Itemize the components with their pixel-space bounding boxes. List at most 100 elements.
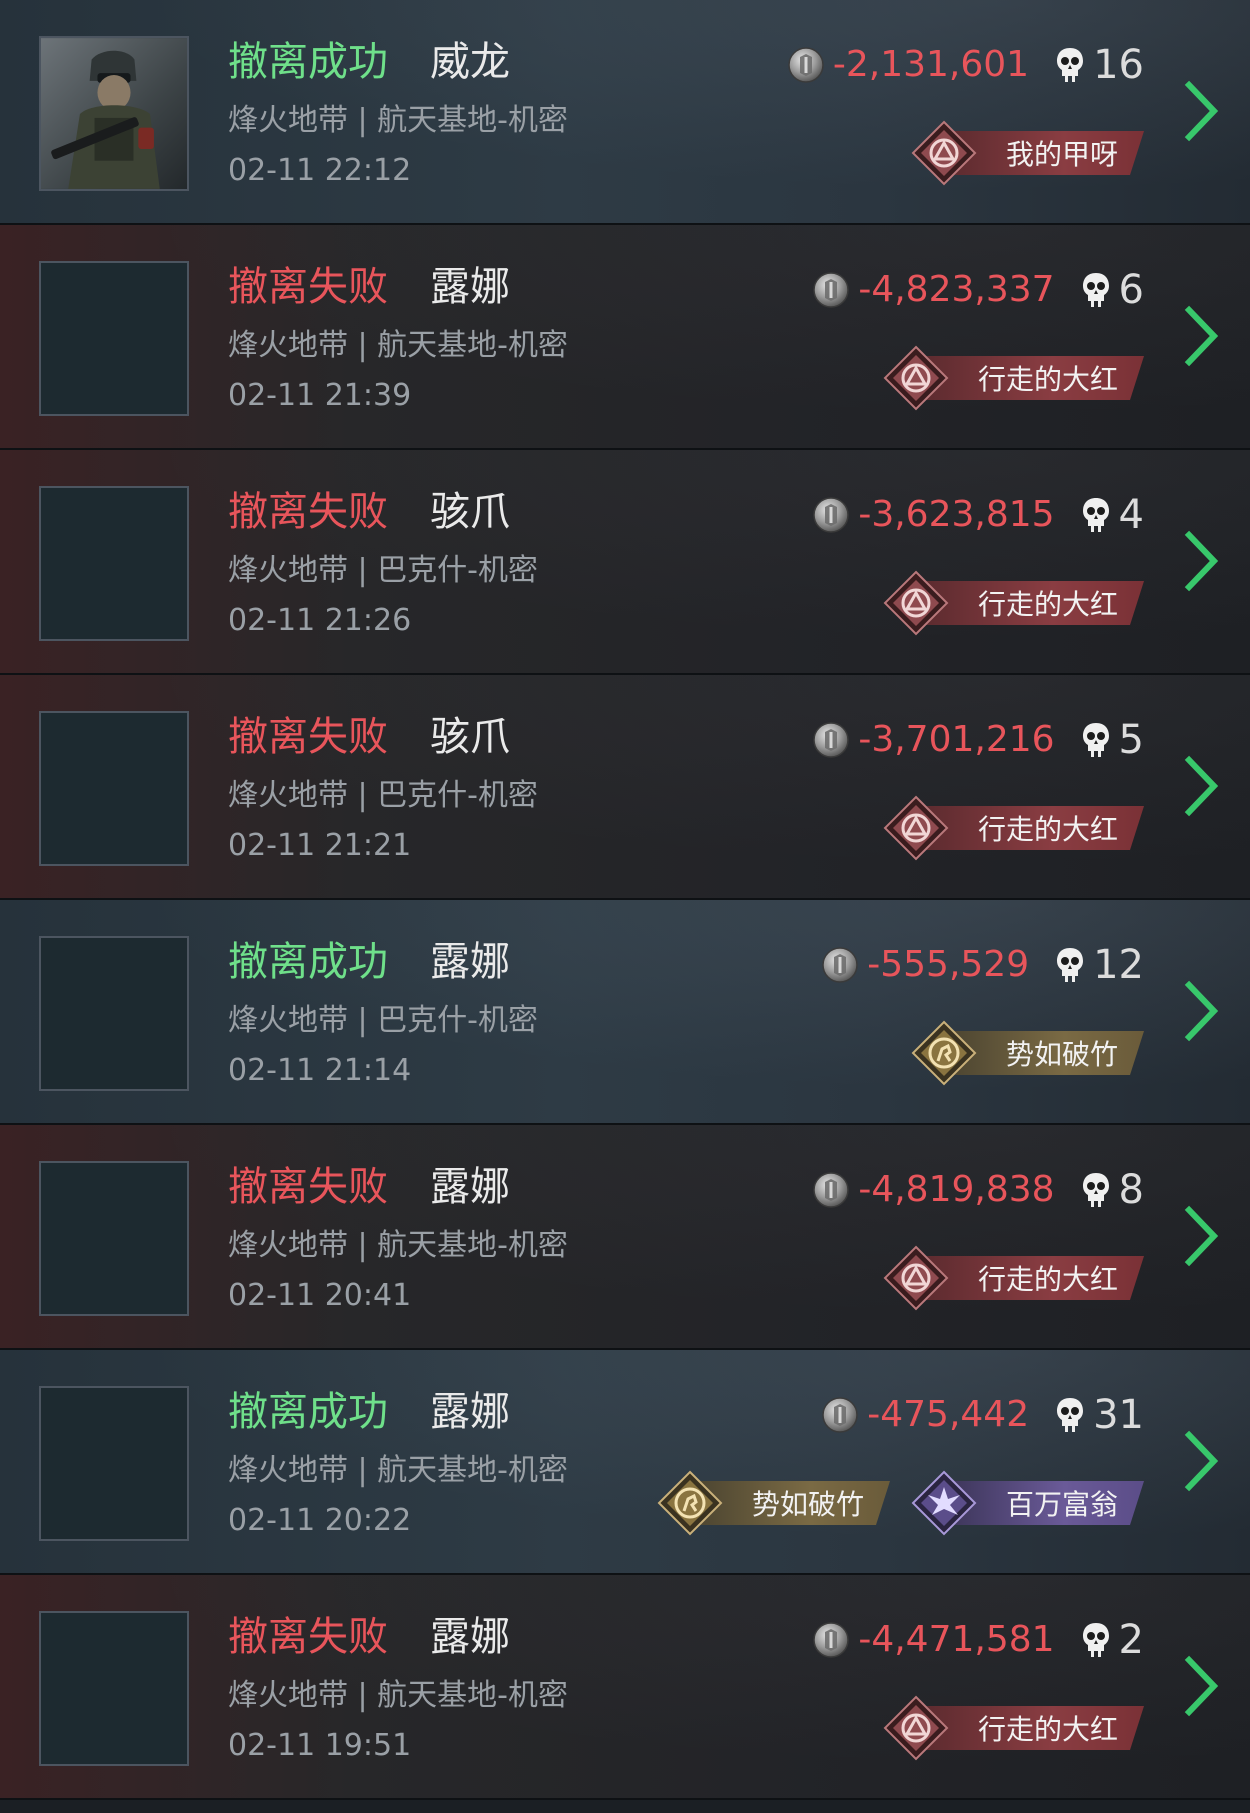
achievement-badge: 势如破竹 <box>910 1020 1144 1086</box>
operator-portrait <box>39 36 189 191</box>
achievement-badges: 势如破竹 <box>910 1020 1144 1086</box>
triangle-emblem-icon <box>882 569 950 637</box>
achievement-badges: 行走的大红 <box>882 1695 1144 1761</box>
map-name: 烽火地带 | 巴克什-机密 <box>228 778 539 813</box>
extraction-status: 撤离失败 <box>228 1614 388 1660</box>
operator-avatar <box>39 936 189 1091</box>
skull-icon <box>1081 1171 1111 1209</box>
achievement-badges: 行走的大红 <box>882 345 1144 411</box>
match-stats: -3,623,815 4 <box>812 490 1144 540</box>
crystal-emblem-icon <box>910 1469 978 1537</box>
achievement-badge: 行走的大红 <box>882 570 1144 636</box>
operator-name: 骇爪 <box>430 714 510 760</box>
chevron-right-icon[interactable] <box>1184 305 1220 367</box>
match-stats: -555,529 12 <box>821 940 1144 990</box>
operator-avatar <box>39 261 189 416</box>
match-time: 02-11 20:41 <box>228 1278 412 1313</box>
operator-avatar <box>39 486 189 641</box>
operator-name: 露娜 <box>430 1389 510 1435</box>
match-time: 02-11 20:22 <box>228 1503 412 1538</box>
triangle-emblem-icon <box>910 119 978 187</box>
operator-name: 骇爪 <box>430 489 510 535</box>
coin-icon <box>821 946 859 984</box>
skull-icon <box>1055 46 1085 84</box>
match-time: 02-11 21:39 <box>228 378 412 413</box>
operator-name: 露娜 <box>430 264 510 310</box>
match-stats: -4,471,581 2 <box>812 1615 1144 1665</box>
match-record-row[interactable]: 撤离成功 露娜 烽火地带 | 巴克什-机密 02-11 21:14 -555,5… <box>0 900 1250 1125</box>
match-time: 02-11 21:14 <box>228 1053 412 1088</box>
skull-icon <box>1055 1396 1085 1434</box>
match-stats: -2,131,601 16 <box>787 40 1144 90</box>
chevron-right-icon[interactable] <box>1184 1430 1220 1492</box>
coin-icon <box>812 496 850 534</box>
achievement-badge: 行走的大红 <box>882 1245 1144 1311</box>
achievement-badge: 行走的大红 <box>882 795 1144 861</box>
kill-count: 4 <box>1118 492 1144 538</box>
runner-emblem-icon <box>656 1469 724 1537</box>
map-name: 烽火地带 | 航天基地-机密 <box>228 328 569 363</box>
operator-avatar <box>39 1611 189 1766</box>
extraction-status: 撤离成功 <box>228 39 388 85</box>
badge-label: 行走的大红 <box>916 1256 1144 1300</box>
operator-name: 露娜 <box>430 1164 510 1210</box>
chevron-right-icon[interactable] <box>1184 980 1220 1042</box>
loss-value: -475,442 <box>867 1394 1030 1435</box>
match-stats: -3,701,216 5 <box>812 715 1144 765</box>
match-record-row[interactable]: 撤离失败 露娜 烽火地带 | 航天基地-机密 02-11 20:41 -4,81… <box>0 1125 1250 1350</box>
coin-icon <box>812 1621 850 1659</box>
chevron-right-icon[interactable] <box>1184 755 1220 817</box>
match-time: 02-11 22:12 <box>228 153 412 188</box>
skull-icon <box>1055 946 1085 984</box>
operator-avatar <box>39 711 189 866</box>
skull-icon <box>1081 721 1111 759</box>
achievement-badges: 势如破竹 百万富翁 <box>656 1470 1144 1536</box>
chevron-right-icon[interactable] <box>1184 80 1220 142</box>
extraction-status: 撤离失败 <box>228 714 388 760</box>
match-time: 02-11 21:26 <box>228 603 412 638</box>
coin-icon <box>812 1171 850 1209</box>
loss-value: -4,819,838 <box>858 1169 1055 1210</box>
loss-value: -3,701,216 <box>858 719 1055 760</box>
triangle-emblem-icon <box>882 344 950 412</box>
achievement-badge: 我的甲呀 <box>910 120 1144 186</box>
extraction-status: 撤离失败 <box>228 1164 388 1210</box>
loss-value: -4,471,581 <box>858 1619 1055 1660</box>
match-time: 02-11 19:51 <box>228 1728 412 1763</box>
match-record-row[interactable]: 撤离失败 骇爪 烽火地带 | 巴克什-机密 02-11 21:21 -3,701… <box>0 675 1250 900</box>
triangle-emblem-icon <box>882 794 950 862</box>
kill-count: 2 <box>1118 1617 1144 1663</box>
match-record-row[interactable]: 撤离成功 威龙 烽火地带 | 航天基地-机密 02-11 22:12 -2,13… <box>0 0 1250 225</box>
match-time: 02-11 21:21 <box>228 828 412 863</box>
extraction-status: 撤离失败 <box>228 489 388 535</box>
skull-icon <box>1081 496 1111 534</box>
match-record-row[interactable]: 撤离失败 露娜 烽火地带 | 航天基地-机密 02-11 19:51 -4,47… <box>0 1575 1250 1800</box>
match-stats: -4,823,337 6 <box>812 265 1144 315</box>
chevron-right-icon[interactable] <box>1184 1205 1220 1267</box>
extraction-status: 撤离失败 <box>228 264 388 310</box>
loss-value: -4,823,337 <box>858 269 1055 310</box>
map-name: 烽火地带 | 巴克什-机密 <box>228 1003 539 1038</box>
match-stats: -4,819,838 8 <box>812 1165 1144 1215</box>
loss-value: -555,529 <box>867 944 1030 985</box>
chevron-right-icon[interactable] <box>1184 530 1220 592</box>
operator-avatar <box>39 1386 189 1541</box>
match-record-row[interactable]: 撤离失败 露娜 烽火地带 | 航天基地-机密 02-11 21:39 -4,82… <box>0 225 1250 450</box>
match-record-row[interactable]: 撤离成功 露娜 烽火地带 | 航天基地-机密 02-11 20:22 -475,… <box>0 1350 1250 1575</box>
coin-icon <box>812 271 850 309</box>
badge-label: 行走的大红 <box>916 356 1144 400</box>
kill-count: 12 <box>1093 942 1144 988</box>
runner-emblem-icon <box>910 1019 978 1087</box>
triangle-emblem-icon <box>882 1244 950 1312</box>
achievement-badges: 行走的大红 <box>882 1245 1144 1311</box>
loss-value: -3,623,815 <box>858 494 1055 535</box>
chevron-right-icon[interactable] <box>1184 1655 1220 1717</box>
match-record-row[interactable]: 撤离失败 骇爪 烽火地带 | 巴克什-机密 02-11 21:26 -3,623… <box>0 450 1250 675</box>
badge-label: 行走的大红 <box>916 806 1144 850</box>
extraction-status: 撤离成功 <box>228 1389 388 1435</box>
match-stats: -475,442 31 <box>821 1390 1144 1440</box>
coin-icon <box>787 46 825 84</box>
map-name: 烽火地带 | 航天基地-机密 <box>228 1453 569 1488</box>
kill-count: 16 <box>1093 42 1144 88</box>
achievement-badge: 势如破竹 <box>656 1470 890 1536</box>
